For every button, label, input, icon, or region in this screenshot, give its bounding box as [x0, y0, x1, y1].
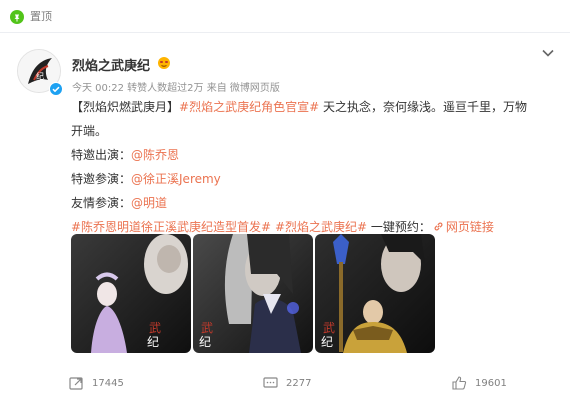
repost-icon — [69, 377, 83, 390]
headline-bracket: 【烈焰炽燃武庚月】 — [71, 100, 180, 114]
topic-link-show[interactable]: #烈焰之武庚纪# — [275, 220, 367, 234]
verified-badge-icon — [49, 81, 63, 96]
weibo-post-card: 置顶 纪 烈焰之武庚纪 今天 00:22 转赞人数超过2万 来自 微博网页版 【 — [0, 0, 570, 404]
svg-text:武: 武 — [149, 321, 161, 335]
post-image-2[interactable]: 武 纪 — [193, 234, 313, 353]
text-line-2: 开端。 — [71, 124, 108, 138]
pinned-bar: 置顶 — [0, 0, 570, 33]
text-line-1-rest: 天之执念，奈何缘浅。遥亘千里，万物 — [319, 100, 527, 114]
comment-count: 2277 — [286, 377, 312, 389]
invited-label: 特邀出演： — [71, 148, 132, 162]
repost-button[interactable]: 17445 — [69, 376, 124, 390]
svg-text:武: 武 — [323, 321, 335, 335]
web-link-label: 网页链接 — [445, 220, 494, 234]
friend-label: 友情参演： — [71, 196, 132, 210]
text-line-1: 【烈焰炽燃武庚月】#烈焰之武庚纪角色官宣# 天之执念，奈何缘浅。遥亘千里，万物 — [71, 95, 556, 119]
link-icon — [434, 222, 443, 231]
thumbs-up-icon — [452, 376, 467, 390]
mention-ming-dao[interactable]: @明道 — [131, 196, 167, 210]
like-count: 19601 — [475, 377, 507, 389]
svg-text:纪: 纪 — [147, 335, 159, 349]
post-text: 【烈焰炽燃武庚月】#烈焰之武庚纪角色官宣# 天之执念，奈何缘浅。遥亘千里，万物 … — [71, 95, 556, 239]
comment-button[interactable]: 2277 — [263, 376, 311, 390]
text-line-special: 特邀参演：@徐正溪Jeremy — [71, 167, 556, 191]
text-line-friend: 友情参演：@明道 — [71, 191, 556, 215]
special-label: 特邀参演： — [71, 172, 132, 186]
repost-count: 17445 — [92, 377, 124, 389]
svg-text:纪: 纪 — [321, 335, 333, 349]
pin-icon — [10, 9, 24, 24]
member-emoji-icon — [157, 55, 171, 69]
svg-text:武: 武 — [201, 321, 213, 335]
mention-chen-qiaoen[interactable]: @陈乔恩 — [131, 148, 179, 162]
web-link[interactable]: 网页链接 — [431, 220, 494, 234]
svg-text:纪: 纪 — [36, 71, 44, 81]
comment-icon — [263, 377, 278, 388]
post-image-1[interactable]: 武 纪 — [71, 234, 191, 353]
like-button[interactable]: 19601 — [452, 376, 507, 390]
topic-link-styling[interactable]: #陈乔恩明道徐正溪武庚纪造型首发# — [71, 220, 271, 234]
post-image-3[interactable]: 武 纪 — [315, 234, 435, 353]
chevron-down-icon[interactable] — [541, 45, 555, 59]
pinned-label: 置顶 — [30, 10, 52, 23]
reserve-label: 一键预约： — [367, 220, 431, 234]
username[interactable]: 烈焰之武庚纪 — [72, 55, 150, 74]
text-line-invited: 特邀出演：@陈乔恩 — [71, 143, 556, 167]
svg-text:纪: 纪 — [199, 335, 211, 349]
topic-link-role[interactable]: #烈焰之武庚纪角色官宣# — [179, 100, 319, 114]
post-meta: 今天 00:22 转赞人数超过2万 来自 微博网页版 — [72, 83, 280, 94]
mention-xu-zhengxi[interactable]: @徐正溪Jeremy — [131, 172, 221, 186]
